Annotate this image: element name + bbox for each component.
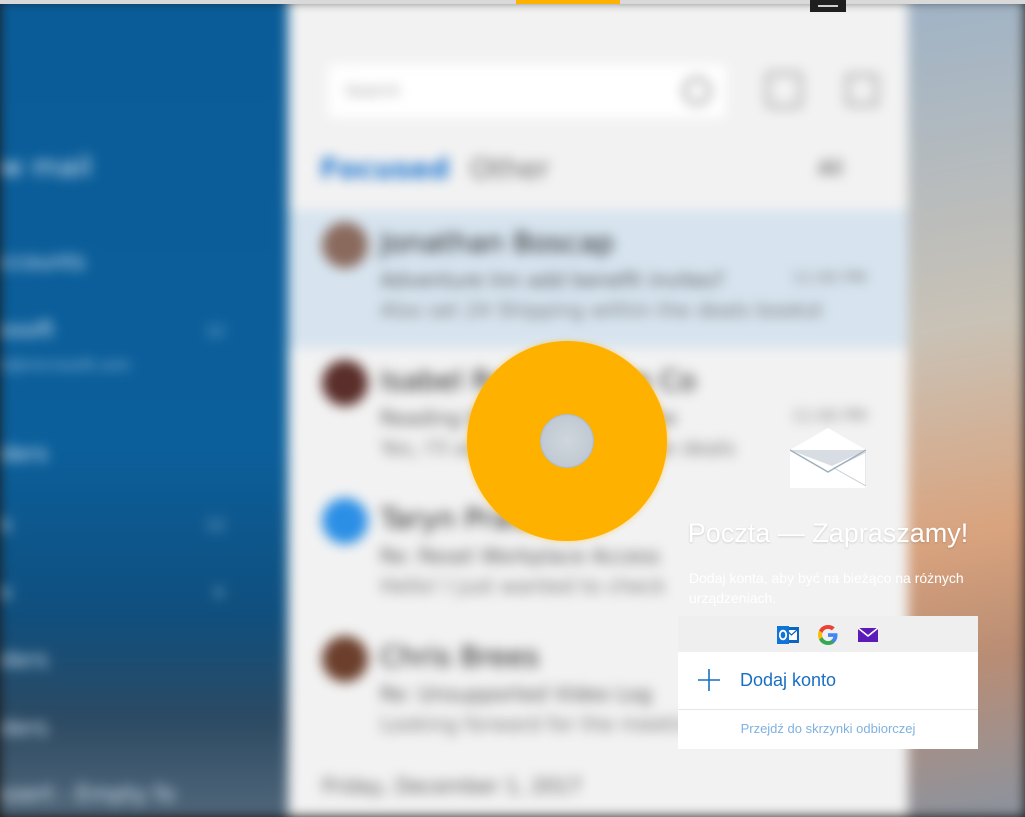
message-time: 11:00 PM	[792, 406, 867, 425]
outlook-icon	[777, 626, 799, 644]
tab-other[interactable]: Other	[470, 152, 550, 185]
sidebar-item[interactable]: s	[0, 512, 11, 537]
search-placeholder: Search	[345, 81, 400, 100]
add-account-label: Dodaj konto	[740, 670, 837, 690]
add-account-button[interactable]: Dodaj konto	[678, 652, 978, 710]
go-to-inbox-link[interactable]: Przejdź do skrzynki odbiorczej	[678, 710, 978, 748]
sidebar: w mail ccounts osoft k@microsoft.com 12 …	[0, 0, 288, 817]
provider-bar	[678, 616, 978, 652]
sidebar-item[interactable]: ssert - Empty fo	[0, 782, 175, 807]
mail-app-icon	[790, 428, 866, 488]
message-sender: Jonathan Boscap	[380, 226, 615, 259]
ring-center	[540, 414, 594, 468]
sidebar-item[interactable]: ders	[0, 716, 48, 741]
search-icon[interactable]	[683, 77, 711, 105]
date-header: Friday, December 1, 2017	[322, 774, 582, 798]
filter-dropdown[interactable]: All	[818, 156, 843, 180]
google-icon	[818, 625, 838, 645]
message-row[interactable]: Jonathan Boscap Adventure Inn add benefi…	[288, 210, 908, 348]
sidebar-item[interactable]: osoft	[0, 318, 54, 343]
yahoo-mail-icon	[857, 627, 879, 642]
sidebar-item[interactable]: s	[0, 580, 11, 605]
message-subject: Re: Reset Workplace Access	[380, 544, 660, 568]
unread-badge: 9	[214, 584, 224, 602]
avatar	[322, 222, 368, 268]
avatar	[322, 498, 368, 544]
welcome-title: Poczta — Zapraszamy!	[687, 518, 969, 548]
tab-focused[interactable]: Focused	[320, 152, 449, 185]
window-handle[interactable]	[810, 0, 846, 12]
avatar	[322, 636, 368, 682]
sidebar-item[interactable]: ccounts	[0, 250, 86, 275]
orange-ring-marker	[467, 341, 667, 541]
selection-icon[interactable]	[846, 74, 878, 106]
message-preview: Also set 24 Shipping within the deals bo…	[380, 298, 824, 322]
avatar	[322, 360, 368, 406]
sidebar-item[interactable]: ders	[0, 442, 48, 467]
welcome-description: Dodaj konta, aby być na bieżąco na różny…	[689, 570, 964, 606]
title-bar	[0, 0, 1025, 4]
message-time: 11:00 PM	[792, 268, 867, 287]
title-bar-accent	[516, 0, 620, 4]
sync-icon[interactable]	[766, 72, 802, 108]
sidebar-item-sub: k@microsoft.com	[0, 356, 131, 374]
account-card: Dodaj konto Przejdź do skrzynki odbiorcz…	[678, 616, 978, 749]
unread-badge: 12	[206, 322, 226, 340]
message-preview: Hello! I just wanted to check	[380, 574, 666, 598]
search-box[interactable]: Search	[326, 62, 728, 120]
plus-icon	[698, 669, 720, 691]
message-subject: Adventure Inn add benefit invites?	[380, 268, 725, 292]
sidebar-item[interactable]: w mail	[0, 150, 92, 183]
sidebar-item[interactable]: ders	[0, 648, 48, 673]
message-subject: Re: Unsupported Video Log	[380, 682, 652, 706]
unread-badge: 12	[206, 516, 226, 534]
message-sender: Chris Brees	[380, 640, 540, 673]
